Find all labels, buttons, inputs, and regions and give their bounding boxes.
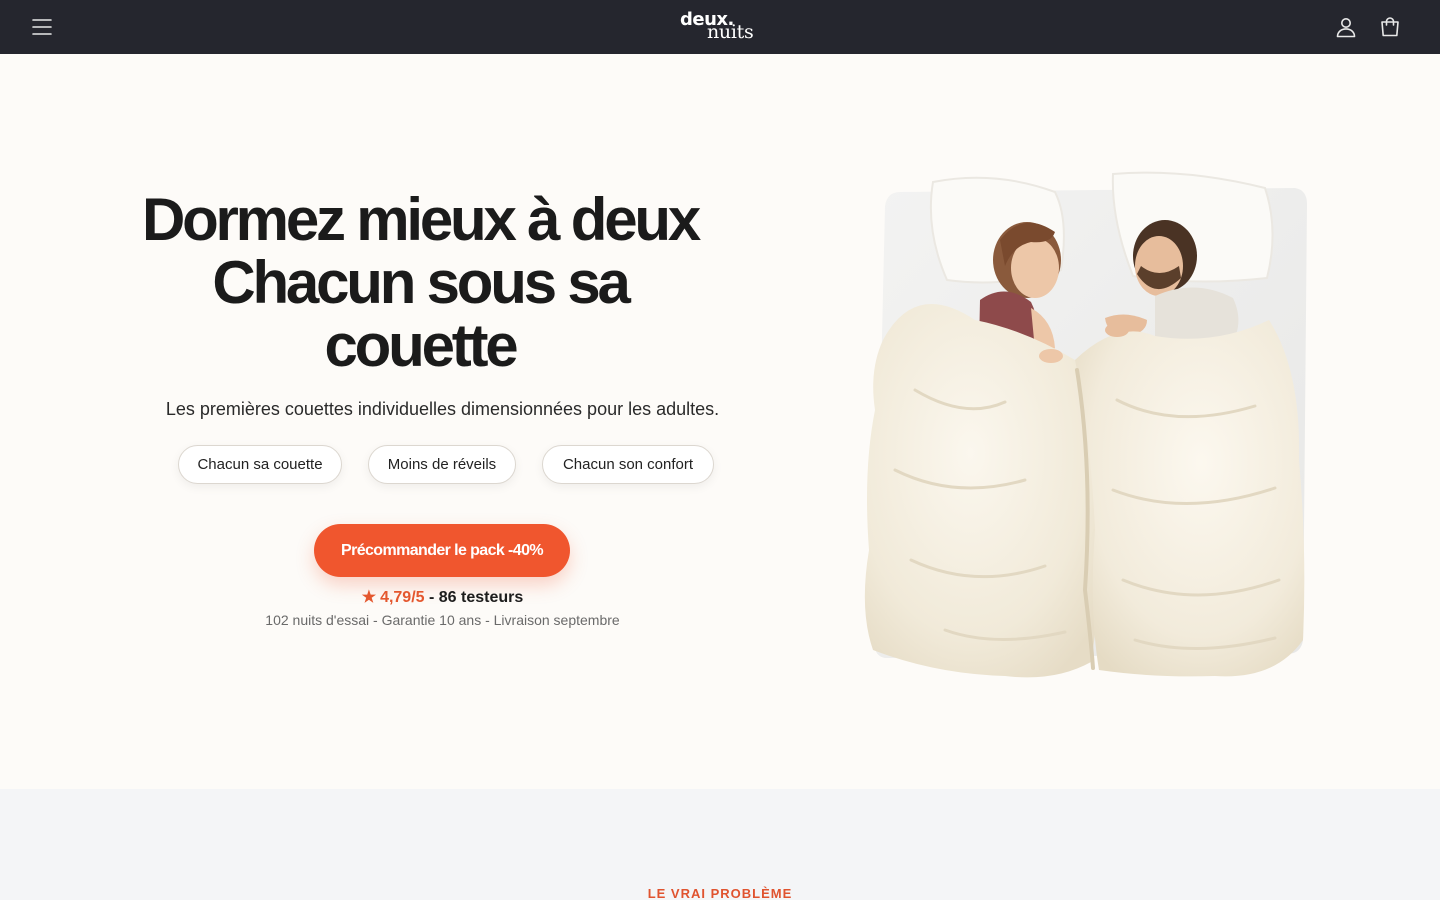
preorder-button[interactable]: Précommander le pack -40%	[314, 524, 570, 577]
couple-in-bed-image	[864, 171, 1307, 678]
logo-text-nuits: nuits	[707, 21, 754, 43]
hero-title: Dormez mieux à deux Chacun sous sa couet…	[110, 188, 730, 377]
hamburger-menu-icon[interactable]	[30, 15, 54, 39]
hero-section: Dormez mieux à deux Chacun sous sa couet…	[0, 54, 1440, 789]
site-header: deux. nuits	[0, 0, 1440, 54]
shopping-bag-icon[interactable]	[1378, 15, 1402, 39]
problem-section: LE VRAI PROBLÈME	[0, 789, 1440, 900]
star-icon: ★	[361, 589, 377, 606]
hero-title-line-1: Dormez mieux à deux	[141, 186, 701, 253]
pill-chacun-son-confort[interactable]: Chacun son confort	[542, 445, 714, 484]
hero-subtitle: Les premières couettes individuelles dim…	[165, 399, 720, 419]
pill-moins-de-reveils[interactable]: Moins de réveils	[368, 445, 516, 484]
rating-score: 4,79/5	[380, 589, 425, 606]
site-logo[interactable]: deux. nuits	[679, 9, 763, 44]
hero-title-line-2: Chacun sous sa	[212, 249, 631, 316]
rating-summary: ★ 4,79/5 - 86 testeurs	[150, 587, 735, 607]
pill-chacun-sa-couette[interactable]: Chacun sa couette	[178, 445, 342, 484]
rating-separator: -	[424, 589, 439, 606]
rating-count: 86 testeurs	[438, 589, 524, 606]
hero-title-line-3: couette	[324, 312, 519, 379]
section-eyebrow: LE VRAI PROBLÈME	[647, 886, 793, 900]
user-icon[interactable]	[1334, 15, 1358, 39]
trial-guarantee-delivery-info: 102 nuits d'essai - Garantie 10 ans - Li…	[265, 612, 620, 628]
